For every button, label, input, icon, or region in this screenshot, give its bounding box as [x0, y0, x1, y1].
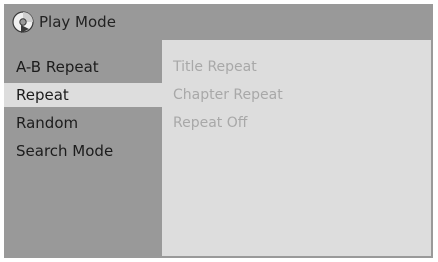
disc-icon: [12, 11, 34, 33]
play-mode-menu: A-B Repeat Repeat Random Search Mode: [4, 42, 162, 258]
menu-item-repeat[interactable]: Repeat: [4, 83, 162, 107]
option-chapter-repeat[interactable]: Chapter Repeat: [173, 83, 283, 107]
option-title-repeat[interactable]: Title Repeat: [173, 55, 257, 79]
option-repeat-off[interactable]: Repeat Off: [173, 111, 247, 135]
title-bar: Play Mode: [4, 4, 433, 40]
page-title: Play Mode: [39, 13, 116, 31]
play-mode-panel: Play Mode A-B Repeat Repeat Random Searc…: [4, 4, 433, 258]
menu-item-ab-repeat[interactable]: A-B Repeat: [4, 55, 162, 79]
repeat-options-pane: Title Repeat Chapter Repeat Repeat Off: [162, 40, 431, 256]
menu-item-search-mode[interactable]: Search Mode: [4, 139, 162, 163]
menu-item-random[interactable]: Random: [4, 111, 162, 135]
